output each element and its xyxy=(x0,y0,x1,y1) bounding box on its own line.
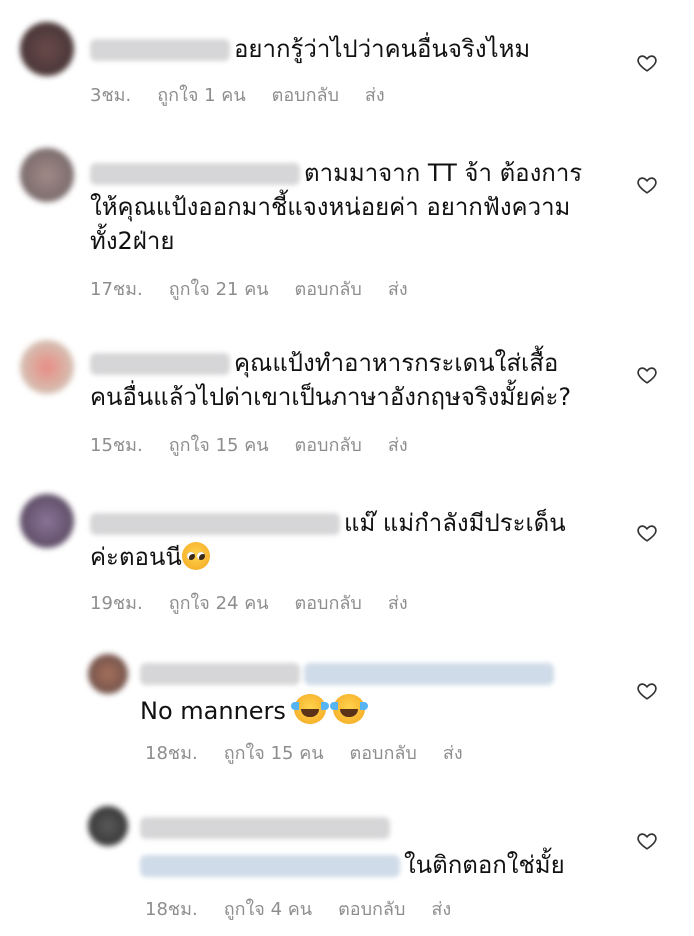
comment-meta: 15ชม. ถูกใจ 15 คน ตอบกลับ ส่ง xyxy=(90,430,434,459)
send-link[interactable]: ส่ง xyxy=(443,743,463,764)
timestamp: 17ชม. xyxy=(90,279,143,300)
tears-of-joy-emoji xyxy=(290,694,329,724)
reply-link[interactable]: ตอบกลับ xyxy=(295,593,362,614)
reply-link[interactable]: ตอบกลับ xyxy=(350,743,417,764)
send-link[interactable]: ส่ง xyxy=(388,593,408,614)
timestamp: 15ชม. xyxy=(90,435,143,456)
timestamp: 19ชม. xyxy=(90,593,143,614)
mention-username[interactable] xyxy=(140,855,400,877)
comment-meta: 18ชม. ถูกใจ 15 คน ตอบกลับ ส่ง xyxy=(145,738,489,767)
timestamp: 18ชม. xyxy=(145,743,198,764)
username[interactable] xyxy=(90,513,340,535)
reply-link[interactable]: ตอบกลับ xyxy=(295,435,362,456)
username[interactable] xyxy=(90,163,300,185)
tears-of-joy-emoji xyxy=(330,694,369,724)
mention-username[interactable] xyxy=(304,663,554,685)
likes-count[interactable]: ถูกใจ 1 คน xyxy=(157,85,245,106)
avatar[interactable] xyxy=(20,148,74,202)
likes-count[interactable]: ถูกใจ 15 คน xyxy=(169,435,269,456)
avatar[interactable] xyxy=(20,22,74,76)
heart-icon[interactable] xyxy=(636,830,658,852)
comment-meta: 17ชม. ถูกใจ 21 คน ตอบกลับ ส่ง xyxy=(90,274,434,303)
likes-count[interactable]: ถูกใจ 4 คน xyxy=(224,899,312,920)
send-link[interactable]: ส่ง xyxy=(388,435,408,456)
username[interactable] xyxy=(140,817,390,839)
username[interactable] xyxy=(140,663,300,685)
comment-meta: 18ชม. ถูกใจ 4 คน ตอบกลับ ส่ง xyxy=(145,894,477,923)
pleading-face-emoji xyxy=(181,542,210,570)
comment-text: ในติกตอกใช่มั้ย xyxy=(140,810,610,882)
likes-count[interactable]: ถูกใจ 21 คน xyxy=(169,279,269,300)
username[interactable] xyxy=(90,353,230,375)
comment-text: คุณแป้งทำอาหารกระเดนใส่เสื้อ คนอื่นแล้วไ… xyxy=(90,349,572,411)
comment-text: แม๊ แม่กำลังมีประเด็น ค่ะตอนนี xyxy=(90,509,566,571)
heart-icon[interactable] xyxy=(636,680,658,702)
likes-count[interactable]: ถูกใจ 24 คน xyxy=(169,593,269,614)
avatar[interactable] xyxy=(20,340,74,394)
comment-text: ตามมาจาก TT จ้า ต้องการ ให้คุณแป้งออกมาช… xyxy=(90,159,583,255)
likes-count[interactable]: ถูกใจ 15 คน xyxy=(224,743,324,764)
avatar[interactable] xyxy=(88,806,128,846)
comment-meta: 19ชม. ถูกใจ 24 คน ตอบกลับ ส่ง xyxy=(90,588,434,617)
username[interactable] xyxy=(90,39,230,61)
heart-icon[interactable] xyxy=(636,364,658,386)
comment-text: อยากรู้ว่าไปว่าคนอื่นจริงไหม xyxy=(90,32,610,66)
timestamp: 3ชม. xyxy=(90,85,132,106)
heart-icon[interactable] xyxy=(636,52,658,74)
reply-link[interactable]: ตอบกลับ xyxy=(272,85,339,106)
reply-link[interactable]: ตอบกลับ xyxy=(338,899,405,920)
comment-text: No manners xyxy=(140,656,600,728)
avatar[interactable] xyxy=(88,654,128,694)
send-link[interactable]: ส่ง xyxy=(431,899,451,920)
avatar[interactable] xyxy=(20,494,74,548)
heart-icon[interactable] xyxy=(636,522,658,544)
heart-icon[interactable] xyxy=(636,174,658,196)
comment-meta: 3ชม. ถูกใจ 1 คน ตอบกลับ ส่ง xyxy=(90,80,411,109)
send-link[interactable]: ส่ง xyxy=(365,85,385,106)
reply-link[interactable]: ตอบกลับ xyxy=(295,279,362,300)
send-link[interactable]: ส่ง xyxy=(388,279,408,300)
timestamp: 18ชม. xyxy=(145,899,198,920)
